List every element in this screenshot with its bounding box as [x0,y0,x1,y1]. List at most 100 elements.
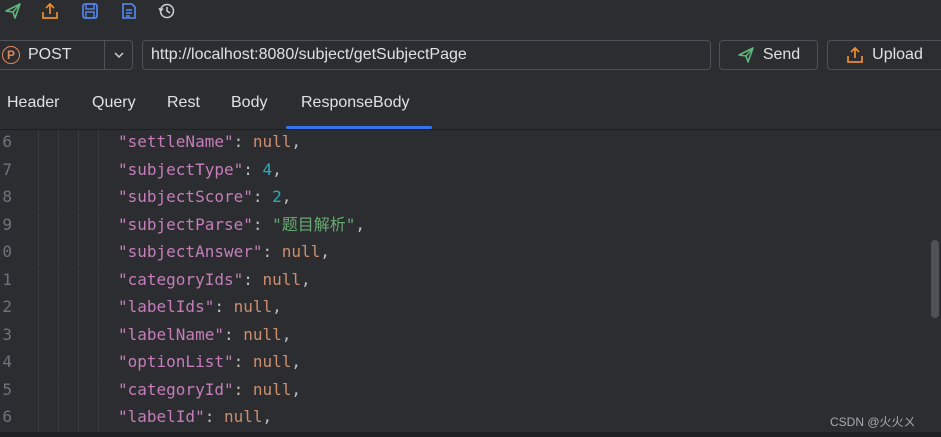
indent-guide [98,267,99,295]
json-key: "optionList" [118,352,234,371]
chevron-down-icon[interactable] [104,41,132,69]
code-line: 2 "labelIds": null, [0,295,930,322]
indent-guide [78,240,79,267]
method-badge: P [2,46,20,64]
code-line: 4 "optionList": null, [0,350,930,377]
send-label: Send [762,46,801,63]
send-button[interactable]: Send [719,40,818,70]
code-text: "subjectParse": "题目解析", [118,214,366,234]
code-text: "labelIds": null, [118,297,282,316]
json-key: "labelName" [118,324,224,344]
indent-guide [58,405,59,432]
json-key: "subjectAnswer" [118,242,263,261]
indent-guide [58,322,59,350]
upload-label: Upload [872,46,923,63]
json-value: null [281,242,321,261]
send-icon[interactable] [3,1,23,21]
indent-guide [98,377,99,405]
indent-guide [38,130,39,157]
save-icon[interactable] [80,1,100,21]
url-input[interactable]: http://localhost:8080/subject/getSubject… [142,40,711,70]
code-text: "labelId": null, [118,407,273,426]
json-value: null [233,297,273,316]
active-tab-indicator [286,126,432,129]
code-line: 6 "settleName": null, [0,130,930,157]
json-key: "subjectParse" [118,214,253,234]
code-text: "labelName": null, [118,324,292,344]
code-text: "categoryIds": null, [118,269,311,289]
json-value: null [252,379,292,399]
tab-rest[interactable]: Rest [167,94,200,112]
indent-guide [78,267,79,295]
indent-guide [98,295,99,322]
indent-guide [38,350,39,377]
indent-guide [38,157,39,185]
indent-guide [58,350,59,377]
send-icon [738,47,754,63]
json-value: null [223,407,263,426]
line-number: 4 [2,352,12,371]
indent-guide [98,157,99,185]
upload-icon [847,46,863,63]
tab-header[interactable]: Header [7,94,59,112]
tab-body[interactable]: Body [231,94,267,112]
indent-guide [78,322,79,350]
line-number: 7 [2,159,12,179]
indent-guide [58,267,59,295]
line-number: 5 [2,379,12,399]
code-line: 9 "subjectParse": "题目解析", [0,212,930,240]
code-text: "optionList": null, [118,352,302,371]
json-key: "settleName" [118,132,234,151]
line-number: 0 [2,242,12,261]
indent-guide [58,212,59,240]
document-icon[interactable] [119,1,139,21]
code-line: 6 "labelId": null, [0,405,930,432]
code-text: "categoryId": null, [118,379,302,399]
toolbar [0,0,941,24]
indent-guide [58,130,59,157]
json-value: "题目解析" [272,214,356,234]
json-key: "labelId" [118,407,205,426]
indent-guide [38,212,39,240]
indent-guide [98,322,99,350]
indent-guide [38,377,39,405]
tab-response-body[interactable]: ResponseBody [301,94,410,112]
indent-guide [58,157,59,185]
line-number: 6 [2,407,12,426]
json-key: "categoryId" [118,379,234,399]
watermark: CSDN @火火ㄨ [830,415,916,429]
history-icon[interactable] [157,1,177,21]
method-select[interactable]: P POST [0,40,133,70]
indent-guide [78,130,79,157]
response-body-editor[interactable]: 6 "settleName": null, 7 "subjectType": 4, 8 "… [0,130,941,432]
code-line: 7 "subjectType": 4, [0,157,930,185]
code-line: 8 "subjectScore": 2, [0,185,930,212]
export-icon[interactable] [40,1,60,21]
indent-guide [78,405,79,432]
vertical-scrollbar[interactable] [931,240,939,318]
indent-guide [78,295,79,322]
indent-guide [98,185,99,212]
code-text: "subjectType": 4, [118,159,282,179]
line-number: 6 [2,132,12,151]
indent-guide [98,130,99,157]
indent-guide [98,240,99,267]
line-number: 1 [2,269,12,289]
json-key: "subjectScore" [118,187,253,206]
indent-guide [78,157,79,185]
indent-guide [38,405,39,432]
indent-guide [38,240,39,267]
code-line: 0 "subjectAnswer": null, [0,240,930,267]
indent-guide [58,185,59,212]
upload-button[interactable]: Upload [827,40,941,70]
indent-guide [58,377,59,405]
code-line: 5 "categoryId": null, [0,377,930,405]
indent-guide [38,322,39,350]
indent-guide [78,350,79,377]
code-text: "subjectAnswer": null, [118,242,330,261]
line-number: 9 [2,214,12,234]
tab-query[interactable]: Query [92,94,136,112]
code-line: 3 "labelName": null, [0,322,930,350]
indent-guide [78,185,79,212]
line-number: 8 [2,187,12,206]
